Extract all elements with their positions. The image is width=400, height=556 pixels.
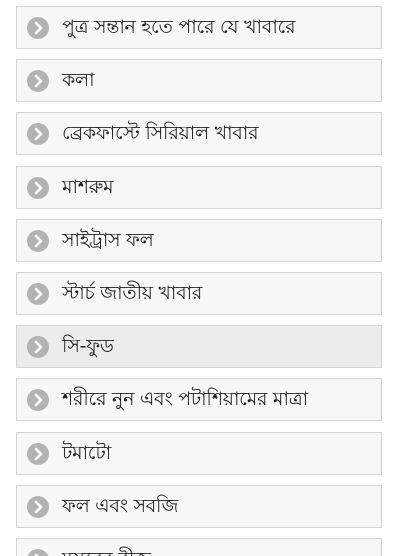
list-item-label: মসুরের বীজ xyxy=(62,539,151,556)
list-item-label: ফল এবং সবজি xyxy=(62,495,179,517)
list-item[interactable]: মাশরুম xyxy=(16,166,382,209)
chevron-right-circle-icon xyxy=(27,123,49,145)
list-item-label: সি-ফুড xyxy=(62,335,114,357)
chevron-right-circle-icon xyxy=(27,230,49,252)
list-item[interactable]: মসুরের বীজ xyxy=(16,538,382,556)
list-item-label: সাইট্রাস ফল xyxy=(62,229,154,251)
list-item-label: মাশরুম xyxy=(62,176,114,198)
list-item-label: ব্রেকফাস্টে সিরিয়াল খাবার xyxy=(62,122,259,144)
list-item-label: শরীরে নুন এবং পটাশিয়ামের মাত্রা xyxy=(62,388,308,410)
list-item[interactable]: কলা xyxy=(16,59,382,102)
chevron-right-circle-icon xyxy=(27,336,49,358)
list-item[interactable]: সি-ফুড xyxy=(16,325,382,368)
list-item[interactable]: শরীরে নুন এবং পটাশিয়ামের মাত্রা xyxy=(16,378,382,421)
list-item[interactable]: পুত্র সন্তান হতে পারে যে খাবারে xyxy=(16,6,382,49)
list-item[interactable]: ফল এবং সবজি xyxy=(16,485,382,528)
chevron-right-circle-icon xyxy=(27,549,49,556)
chevron-right-circle-icon xyxy=(27,17,49,39)
list-item-label: স্টার্চ জাতীয় খাবার xyxy=(62,282,203,304)
chevron-right-circle-icon xyxy=(27,177,49,199)
chevron-right-circle-icon xyxy=(27,443,49,465)
list-item-label: পুত্র সন্তান হতে পারে যে খাবারে xyxy=(62,16,296,38)
chevron-right-circle-icon xyxy=(27,496,49,518)
list-item[interactable]: স্টার্চ জাতীয় খাবার xyxy=(16,272,382,315)
chevron-right-circle-icon xyxy=(27,283,49,305)
chevron-right-circle-icon xyxy=(27,70,49,92)
list-item-label: কলা xyxy=(62,69,95,91)
list-item[interactable]: সাইট্রাস ফল xyxy=(16,219,382,262)
list-item[interactable]: ব্রেকফাস্টে সিরিয়াল খাবার xyxy=(16,112,382,155)
chevron-right-circle-icon xyxy=(27,389,49,411)
article-list: পুত্র সন্তান হতে পারে যে খাবারে কলা ব্রে… xyxy=(0,0,400,556)
list-item[interactable]: টমাটো xyxy=(16,432,382,475)
list-item-label: টমাটো xyxy=(62,442,112,464)
